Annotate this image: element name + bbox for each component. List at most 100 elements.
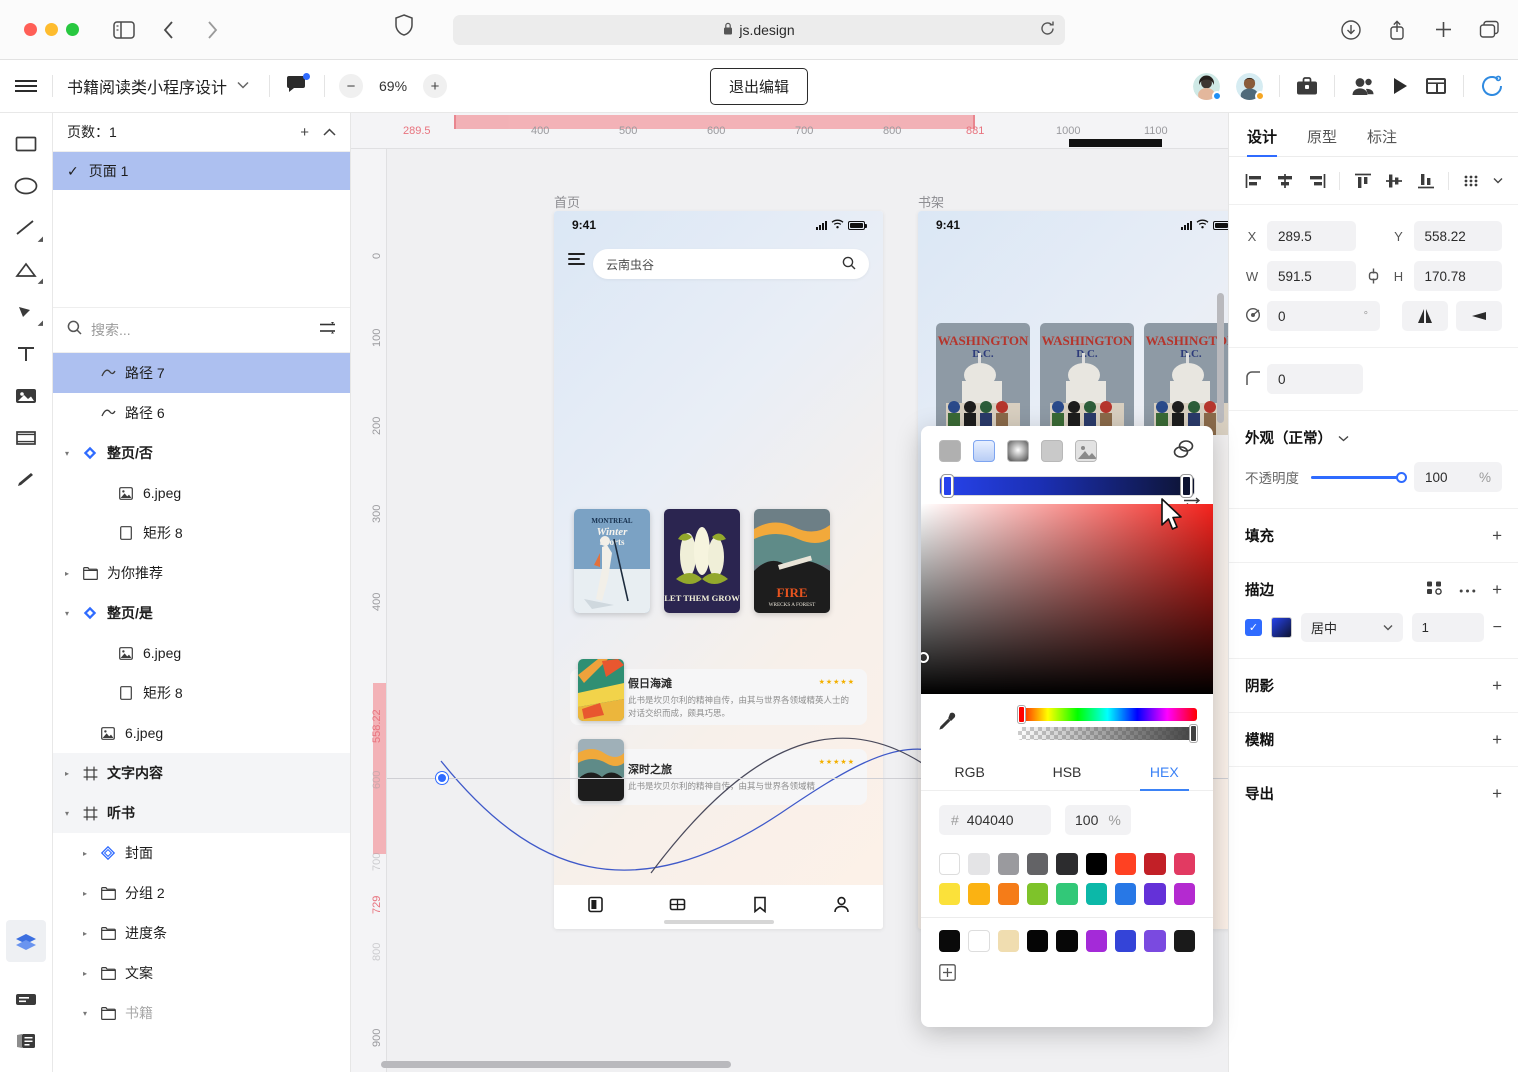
layer-row[interactable]: ▸ 封面: [53, 833, 350, 873]
tab-rgb[interactable]: RGB: [921, 754, 1018, 790]
chevron-down-icon[interactable]: [1338, 430, 1349, 446]
color-swatch[interactable]: [939, 853, 961, 875]
layer-expand-arrow[interactable]: ▾: [61, 809, 73, 818]
color-swatch[interactable]: [1056, 883, 1078, 905]
comment-icon[interactable]: [286, 72, 311, 99]
more-options-icon[interactable]: [1459, 582, 1476, 598]
color-swatch[interactable]: [1026, 883, 1049, 905]
add-blur-button[interactable]: +: [1492, 730, 1502, 750]
book-cover-fire[interactable]: FIRE WRECKS A FOREST: [754, 509, 830, 613]
layer-row[interactable]: ▸ 文案: [53, 953, 350, 993]
align-bottom-icon[interactable]: [1415, 168, 1436, 194]
layer-expand-arrow[interactable]: ▸: [79, 929, 91, 938]
home-tab-icon[interactable]: [587, 896, 604, 918]
tab-annotate[interactable]: 标注: [1367, 126, 1397, 156]
canvas-horizontal-scrollbar[interactable]: [381, 1061, 731, 1068]
align-right-icon[interactable]: [1306, 168, 1327, 194]
color-swatch[interactable]: [1114, 883, 1137, 905]
close-window-button[interactable]: [24, 23, 37, 36]
assets-tool[interactable]: [6, 978, 46, 1020]
download-icon[interactable]: [1338, 17, 1364, 43]
new-tab-icon[interactable]: [1430, 17, 1456, 43]
layer-expand-arrow[interactable]: ▸: [79, 969, 91, 978]
layer-expand-arrow[interactable]: ▸: [79, 889, 91, 898]
picker-opacity-input[interactable]: 100 %: [1065, 805, 1131, 835]
add-swatch-icon[interactable]: [921, 952, 1213, 998]
appearance-header[interactable]: 外观（正常）: [1245, 427, 1502, 448]
align-center-vertical-icon[interactable]: [1383, 168, 1404, 194]
alpha-slider[interactable]: [1018, 725, 1197, 742]
layer-expand-arrow[interactable]: ▸: [61, 769, 73, 778]
rotation-input[interactable]: 0 °: [1267, 301, 1380, 331]
color-swatch[interactable]: [1173, 930, 1196, 952]
angular-gradient-swatch[interactable]: [1041, 440, 1063, 462]
zoom-out-button[interactable]: −: [339, 74, 364, 98]
sidebar-toggle-icon[interactable]: [111, 17, 137, 43]
color-swatch[interactable]: [1027, 853, 1049, 875]
book-cover-let-them-grow[interactable]: LET THEM GROW: [664, 509, 740, 613]
add-shadow-button[interactable]: +: [1492, 676, 1502, 696]
gradient-strip[interactable]: [939, 475, 1195, 497]
x-input[interactable]: 289.5: [1267, 221, 1356, 251]
gradient-stop-end[interactable]: [1181, 475, 1192, 497]
avatar[interactable]: [1236, 72, 1265, 101]
exit-edit-button[interactable]: 退出编辑: [709, 67, 809, 105]
color-swatch[interactable]: [1144, 883, 1166, 905]
book-cover-washington[interactable]: WASHINGTON D.C.: [1040, 323, 1134, 435]
page-item-1[interactable]: ✓ 页面 1: [53, 152, 350, 190]
stroke-width-input[interactable]: 1: [1411, 613, 1484, 642]
zoom-value[interactable]: 69%: [375, 78, 411, 94]
history-icon[interactable]: [1480, 74, 1504, 98]
image-fill-swatch[interactable]: [1075, 440, 1097, 462]
color-swatch[interactable]: [1173, 853, 1196, 875]
book-cover-washington[interactable]: WASHINGTON D.C.: [1144, 323, 1228, 435]
horizontal-scroll-thumb-top[interactable]: [1069, 139, 1162, 147]
hamburger-menu-icon[interactable]: [0, 77, 52, 95]
share-members-icon[interactable]: [1351, 76, 1375, 96]
color-swatch[interactable]: [1144, 930, 1166, 952]
project-name[interactable]: 书籍阅读类小程序设计: [67, 74, 227, 98]
color-swatch[interactable]: [939, 930, 961, 952]
layer-expand-arrow[interactable]: ▾: [61, 609, 73, 618]
profile-tab-icon[interactable]: [833, 896, 850, 918]
search-icon[interactable]: [842, 256, 856, 273]
layer-expand-arrow[interactable]: ▸: [61, 569, 73, 578]
book-cover-washington[interactable]: WASHINGTON D.C.: [936, 323, 1030, 435]
frame-tool[interactable]: [6, 417, 46, 459]
layer-row[interactable]: 路径 7: [53, 353, 350, 393]
pen-tool[interactable]: ◢: [6, 291, 46, 333]
layer-row[interactable]: ▸ 进度条: [53, 913, 350, 953]
flip-horizontal-icon[interactable]: [1402, 301, 1448, 331]
layer-expand-arrow[interactable]: ▾: [79, 1009, 91, 1018]
avatar[interactable]: [1193, 72, 1222, 101]
sort-filter-icon[interactable]: [319, 321, 336, 340]
maximize-window-button[interactable]: [66, 23, 79, 36]
color-swatch[interactable]: [1056, 853, 1078, 875]
text-tool[interactable]: [6, 333, 46, 375]
h-input[interactable]: 170.78: [1413, 261, 1502, 291]
stroke-enabled-checkbox[interactable]: ✓: [1245, 619, 1262, 636]
color-swatch[interactable]: [1085, 853, 1108, 875]
tab-hsb[interactable]: HSB: [1018, 754, 1115, 790]
pencil-tool[interactable]: [6, 459, 46, 501]
play-icon[interactable]: [1391, 76, 1409, 96]
color-swatch[interactable]: [997, 883, 1019, 905]
color-swatch[interactable]: [1056, 930, 1078, 952]
stroke-style-icon[interactable]: [1426, 580, 1443, 599]
eyedropper-icon[interactable]: [937, 711, 958, 737]
polygon-tool[interactable]: ◢: [6, 249, 46, 291]
color-swatch[interactable]: [939, 883, 961, 905]
layer-row[interactable]: 矩形 8: [53, 673, 350, 713]
chevron-down-icon[interactable]: [1493, 168, 1505, 194]
layers-tool[interactable]: [6, 920, 46, 962]
remove-stroke-button[interactable]: −: [1493, 619, 1502, 637]
hot-item-row[interactable]: 假日海滩 此书是坎贝尔利的精神自传，由其与世界各领域精英人士的对话交织而成，颇具…: [570, 659, 867, 725]
color-swatch[interactable]: [968, 853, 990, 875]
rectangle-tool[interactable]: [6, 123, 46, 165]
add-stroke-button[interactable]: +: [1492, 580, 1502, 600]
layer-row[interactable]: 6.jpeg: [53, 473, 350, 513]
layer-expand-arrow[interactable]: ▸: [79, 849, 91, 858]
solid-fill-swatch[interactable]: [939, 440, 961, 462]
color-swatch[interactable]: [997, 930, 1020, 952]
layer-row[interactable]: ▾ 书籍: [53, 993, 350, 1033]
